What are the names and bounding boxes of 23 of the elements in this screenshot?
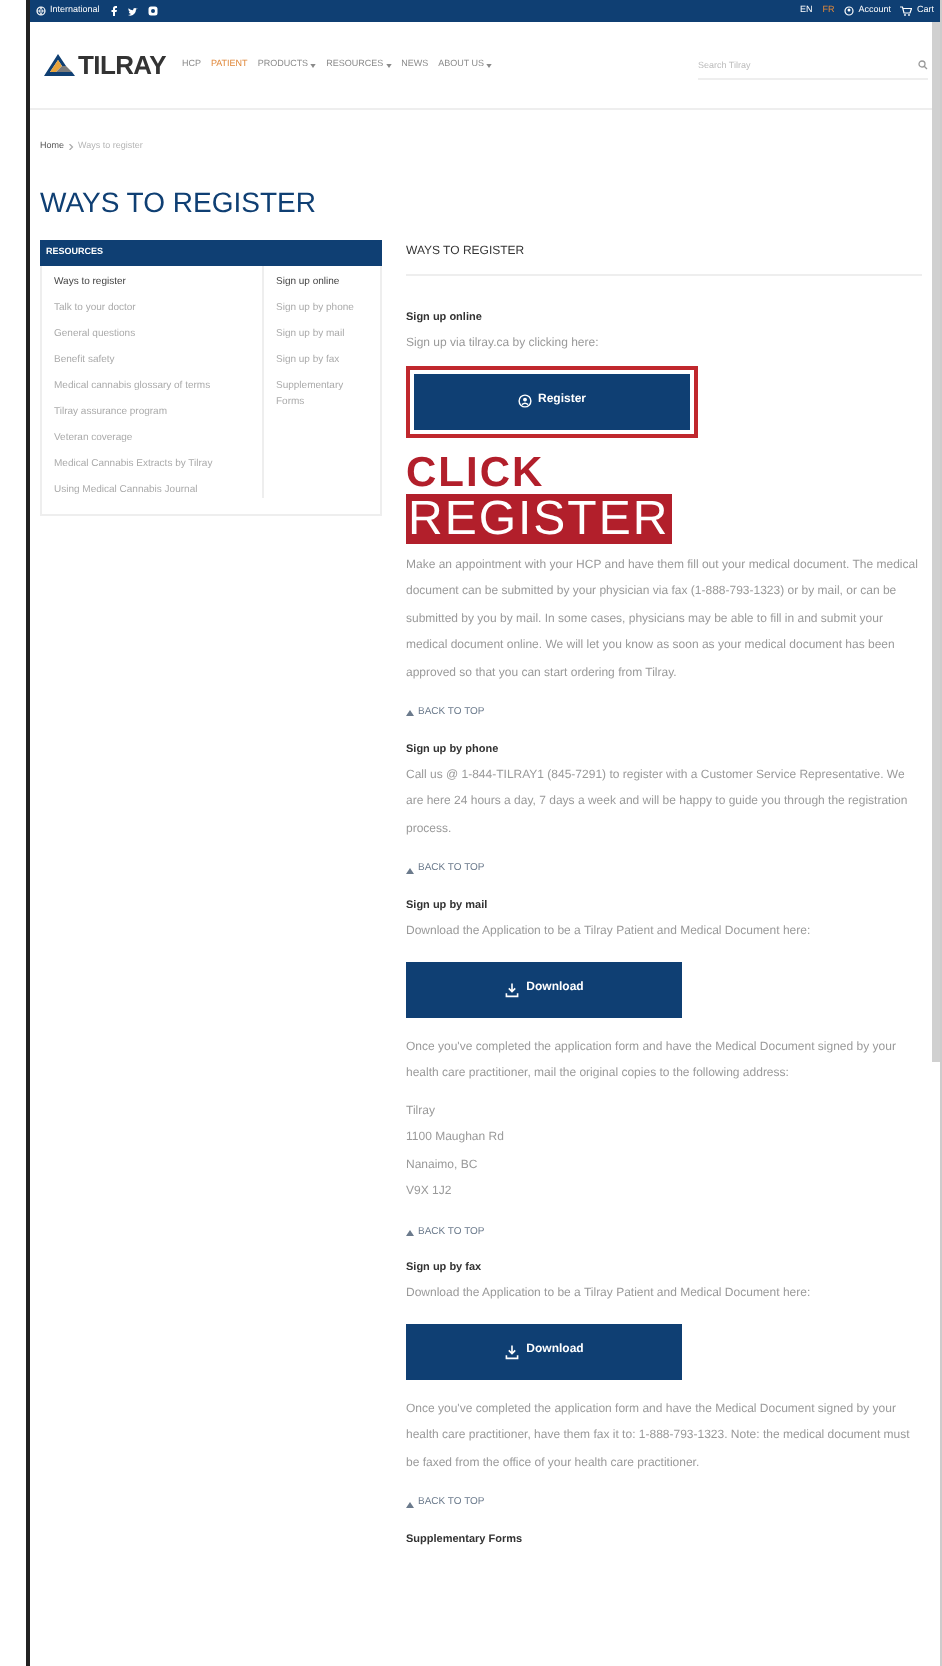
caret-down-icon: [310, 63, 317, 67]
callout-heading: CLICK: [406, 453, 545, 493]
instagram-icon[interactable]: [147, 6, 158, 16]
caret-down-icon: [385, 63, 392, 67]
page-title: WAYS TO REGISTER: [38, 185, 318, 218]
caret-up-icon: [406, 867, 414, 873]
callout-banner: REGISTER: [406, 493, 672, 543]
logo-icon: [44, 54, 80, 76]
download-icon: [504, 981, 521, 997]
user-circle-icon: [517, 394, 532, 408]
chevron-right-icon: [68, 143, 75, 150]
facebook-icon[interactable]: [109, 6, 118, 16]
user-circle-icon: [844, 6, 855, 16]
twitter-icon[interactable]: [127, 7, 138, 15]
caret-down-icon: [486, 63, 493, 67]
caret-up-icon: [406, 1229, 414, 1236]
cart-icon: [900, 6, 913, 16]
logo-text: TILRAY: [78, 47, 166, 84]
globe-icon: [36, 6, 46, 16]
download-icon: [504, 1343, 521, 1360]
search-icon: [918, 59, 928, 69]
caret-up-icon: [406, 1501, 414, 1507]
caret-up-icon: [406, 710, 414, 717]
